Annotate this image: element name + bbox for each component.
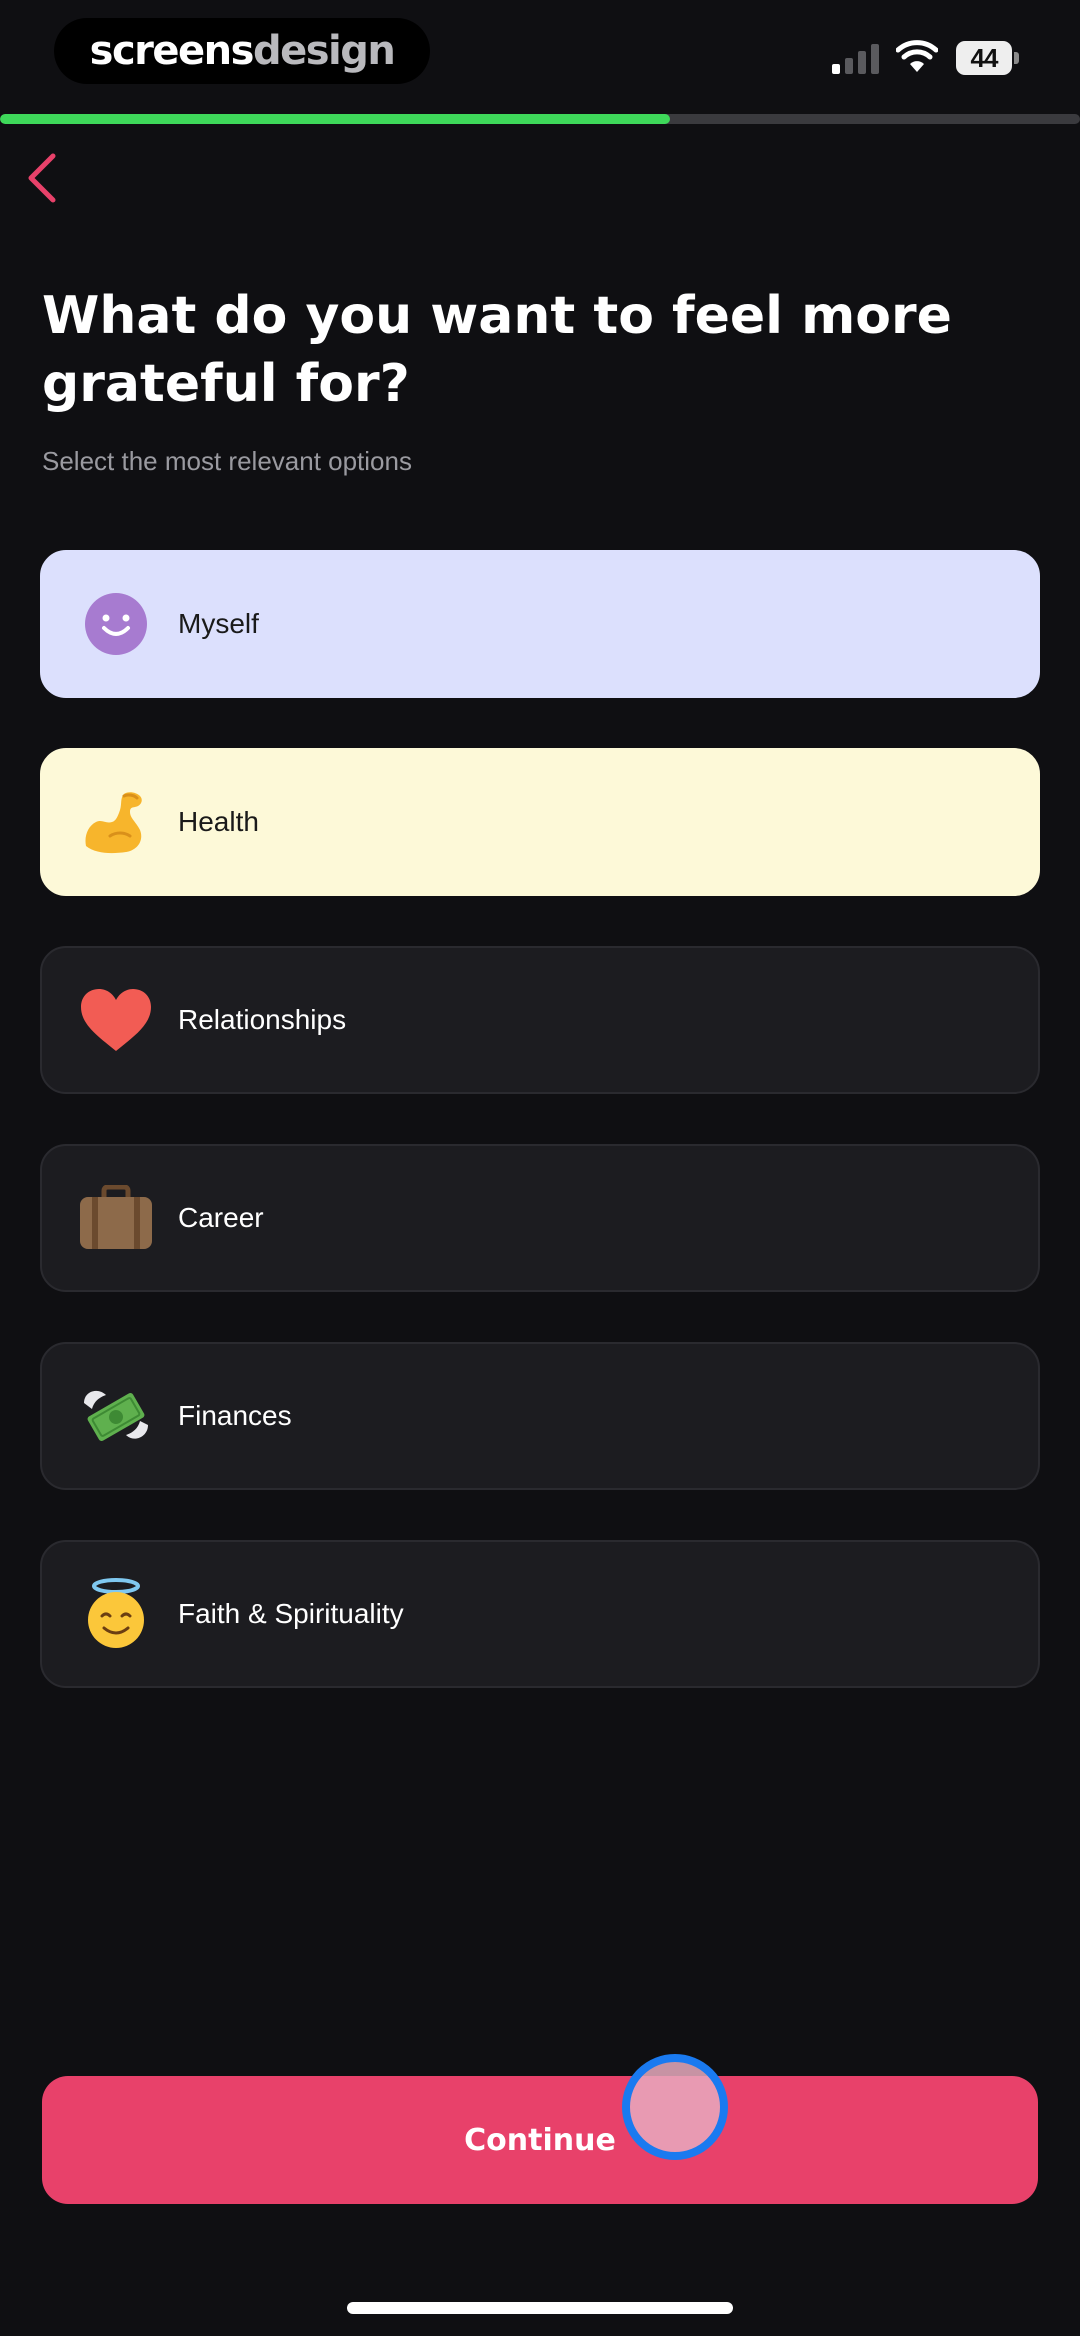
signal-icon — [832, 44, 879, 74]
page-title: What do you want to feel more grateful f… — [42, 286, 952, 414]
status-bar: screens design 44 — [0, 0, 1080, 110]
option-relationships[interactable]: Relationships — [40, 946, 1040, 1094]
money-with-wings-icon — [78, 1378, 154, 1454]
chevron-left-icon — [28, 153, 56, 203]
option-finances[interactable]: Finances — [40, 1342, 1040, 1490]
halo-face-icon — [78, 1576, 154, 1652]
option-career[interactable]: Career — [40, 1144, 1040, 1292]
option-label-health: Health — [178, 806, 259, 837]
smiley-face-icon — [78, 586, 154, 662]
briefcase-icon — [78, 1180, 154, 1256]
battery-level: 44 — [956, 41, 1012, 75]
brand-logo: screens design — [54, 18, 430, 84]
home-indicator — [347, 2302, 733, 2314]
option-label-myself: Myself — [178, 608, 259, 639]
heart-icon — [78, 982, 154, 1058]
option-label-finances: Finances — [178, 1400, 292, 1431]
flexed-biceps-icon — [78, 784, 154, 860]
touch-indicator — [622, 2054, 728, 2160]
option-myself[interactable]: Myself — [40, 550, 1040, 698]
continue-button[interactable]: Continue — [42, 2076, 1038, 2204]
option-health[interactable]: Health — [40, 748, 1040, 896]
option-label-faith-spirituality: Faith & Spirituality — [178, 1598, 404, 1629]
battery-cap — [1014, 52, 1019, 64]
option-label-relationships: Relationships — [178, 1004, 347, 1035]
page-subtitle: Select the most relevant options — [42, 446, 412, 476]
options-list: Myself Health Relationships Career Finan… — [40, 550, 1040, 1738]
progress-fill — [0, 114, 670, 124]
wifi-icon — [896, 40, 938, 72]
battery-icon: 44 — [956, 40, 1022, 76]
back-button[interactable] — [14, 150, 70, 206]
brand-part-1: screens — [89, 28, 255, 74]
brand-part-2: design — [252, 28, 396, 74]
option-label-career: Career — [178, 1202, 264, 1233]
option-faith-spirituality[interactable]: Faith & Spirituality — [40, 1540, 1040, 1688]
progress-bar — [0, 114, 1080, 124]
